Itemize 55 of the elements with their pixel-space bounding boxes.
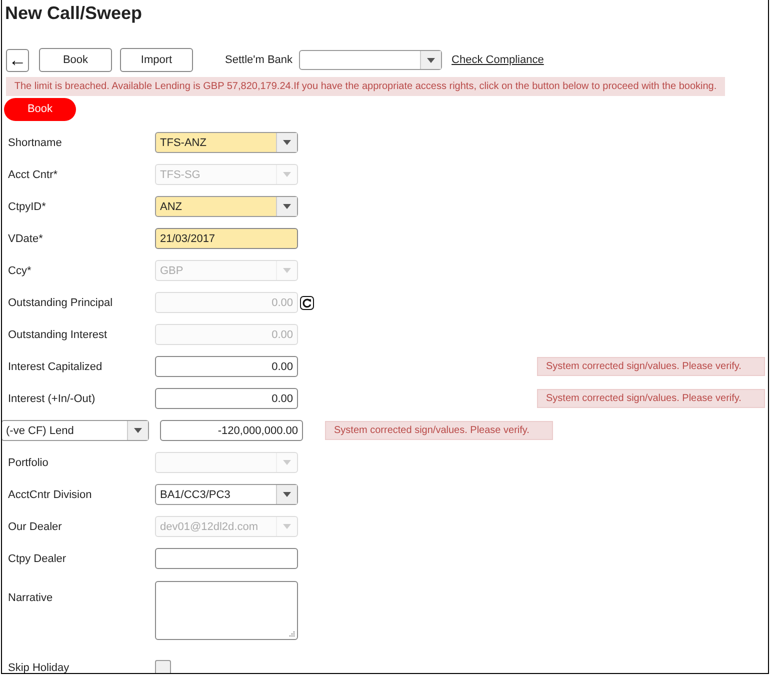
book-button[interactable]: Book [4,98,76,121]
caret-icon [426,58,435,62]
field-label: Narrative [7,590,54,606]
caret-icon [283,524,291,530]
caret-icon [283,268,291,274]
select-field[interactable]: TFS-ANZ [155,132,298,154]
select-value: BA1/CC3/PC3 [159,488,232,502]
field-label: Portfolio [7,456,50,470]
select-field[interactable]: BA1/CC3/PC3 [155,484,298,506]
warning-message: System corrected sign/values. Please verify. [325,421,553,440]
caret-icon [283,140,291,146]
warning-message: System corrected sign/values. Please verify. [537,357,765,376]
select-value: TFS-SG [159,168,202,182]
page-title: New Call/Sweep [4,2,144,24]
resize-grip-icon [288,630,295,637]
field-label: Our Dealer [7,520,63,534]
field-label: Outstanding Principal [7,296,114,310]
field-label: Outstanding Interest [7,328,108,342]
field-label: Ccy* [7,264,32,278]
select-value: TFS-ANZ [159,136,208,150]
back-button[interactable]: ← [6,48,29,72]
caret-icon [283,460,291,466]
lend-select[interactable]: (-ve CF) Lend [2,420,149,442]
warning-message: System corrected sign/values. Please verify. [537,389,765,408]
field-label: CtpyID* [7,200,47,214]
field-label: AcctCntr Division [7,488,93,502]
settle-bank-select[interactable] [298,50,442,70]
select-value: dev01@12dl2d.com [159,520,260,534]
select-field[interactable]: ANZ [155,196,298,218]
caret-icon [134,428,142,434]
settle-bank-label: Settle'm Bank [225,52,293,68]
input-field[interactable]: 21/03/2017 [155,228,298,250]
toolbar-button[interactable]: Import [120,48,193,72]
select-value: (-ve CF) Lend [5,424,75,438]
check-compliance-link[interactable]: Check Compliance [452,52,544,68]
field-label: Shortname [7,136,63,150]
checkbox[interactable] [155,660,171,673]
field-label: Skip Holiday [7,660,70,673]
field-label: Ctpy Dealer [7,552,68,566]
toolbar-button[interactable]: Book [39,48,112,72]
caret-icon [283,172,291,178]
input-field[interactable]: 0.00 [155,388,298,410]
field-label: Interest (+In/-Out) [7,392,96,406]
caret-icon [283,492,291,498]
narrative-field[interactable] [155,580,298,640]
field-label: Interest Capitalized [7,360,104,374]
field-label: VDate* [7,232,44,246]
input-field[interactable] [155,548,298,570]
select-value: GBP [159,264,184,278]
limit-alert: The limit is breached. Available Lending is GBP 57,820,179.24.If you have the appropriate access rights, click on the button below to proceed with the booking. [6,77,725,96]
amount-field[interactable]: -120,000,000.00 [160,420,303,442]
select-value: ANZ [159,200,183,214]
field-label: Acct Cntr* [7,168,59,182]
input-field[interactable]: 0.00 [155,356,298,378]
caret-icon [283,204,291,210]
